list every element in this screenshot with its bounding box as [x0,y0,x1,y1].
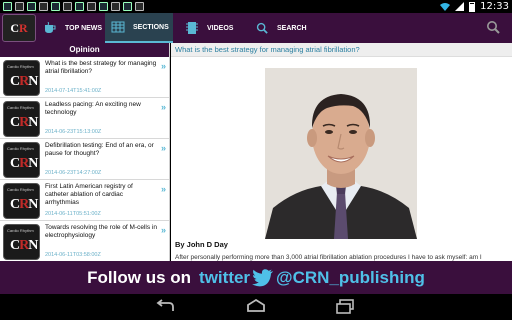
app-logo[interactable]: CR [2,14,36,42]
chevron-right-icon: » [160,184,166,194]
system-nav-bar [0,294,512,320]
list-item[interactable]: Cardio Rhythm CRN Towards resolving the r… [0,221,169,261]
recent-apps-icon[interactable] [335,299,355,315]
article-detail-panel: What is the best strategy for managing a… [171,43,512,261]
list-item-title: Leadless pacing: An exciting new technol… [45,101,141,116]
tab-label: SECTIONS [133,23,169,31]
chevron-right-icon: » [160,102,166,112]
list-item[interactable]: Cardio Rhythm CRN Defibrillation testing:… [0,139,169,180]
list-item[interactable]: Cardio Rhythm CRN What is the best strate… [0,57,169,98]
article-title: What is the best strategy for managing a… [171,43,512,57]
tab-label: SEARCH [277,24,307,32]
tab-top-news[interactable]: TOP NEWS [41,13,105,43]
tab-label: VIDEOS [207,24,234,32]
tab-search[interactable]: SEARCH [251,13,321,43]
banner-handle: @CRN_publishing [276,267,425,287]
notification-icon [111,2,120,11]
banner-lead: Follow us on [87,267,192,287]
article-byline: By John D Day [175,240,228,249]
section-header: Opinion [0,43,169,57]
chevron-right-icon: » [160,143,166,153]
list-item-date: 2014-06-23T15:13:00Z [45,129,102,135]
list-item-date: 2014-06-23T14:27:00Z [45,170,102,176]
back-icon[interactable] [155,299,175,315]
notification-icon [27,2,36,11]
list-item-title: Defibrillation testing: End of an era, o… [45,142,154,157]
author-photo [265,68,417,239]
follow-twitter-banner[interactable]: Follow us on twitter @CRN_publishing [0,261,512,294]
list-item-date: 2014-06-11T03:58:00Z [45,252,101,258]
battery-icon [469,1,476,12]
notification-icon [87,2,96,11]
list-item-title: First Latin American registry of cathete… [45,183,133,206]
crn-thumbnail: Cardio Rhythm CRN [3,60,40,96]
cup-icon [45,22,56,33]
notification-icon [39,2,48,11]
crn-thumbnail: Cardio Rhythm CRN [3,142,40,178]
search-icon [256,22,268,34]
banner-twitter: twitter [199,267,251,287]
list-item[interactable]: Cardio Rhythm CRN First Latin American re… [0,180,169,221]
twitter-bird-icon [252,268,274,286]
signal-icon [455,2,465,11]
tab-sections[interactable]: SECTIONS [105,13,173,43]
action-bar: CR TOP NEWS SECTIONS VIDEOS SEARCH [0,13,512,43]
home-icon[interactable] [246,299,266,315]
notification-icons [3,2,144,11]
wifi-icon [440,2,451,11]
crn-thumbnail: Cardio Rhythm CRN [3,224,40,260]
status-bar: 12:33 [0,0,512,13]
tab-label: TOP NEWS [65,24,103,32]
chevron-right-icon: » [160,225,166,235]
crn-thumbnail: Cardio Rhythm CRN [3,183,40,219]
search-icon[interactable] [486,20,500,34]
notification-icon [63,2,72,11]
notification-icon [51,2,60,11]
list-item[interactable]: Cardio Rhythm CRN Leadless pacing: An exc… [0,98,169,139]
tab-videos[interactable]: VIDEOS [179,13,249,43]
grid-icon [111,21,125,33]
list-item-date: 2014-06-11T05:51:00Z [45,211,101,217]
list-item-date: 2014-07-14T15:41:00Z [45,88,102,94]
notification-icon [3,2,12,11]
crn-thumbnail: Cardio Rhythm CRN [3,101,40,137]
list-item-title: What is the best strategy for managing a… [45,60,157,75]
notification-icon [99,2,108,11]
chevron-right-icon: » [160,61,166,71]
list-item-title: Towards resolving the role of M-cells in… [45,224,157,239]
film-icon [186,22,198,34]
notification-icon [75,2,84,11]
notification-icon [15,2,24,11]
article-body: After personally performing more than 3,… [175,254,482,261]
article-list-panel: Opinion Cardio Rhythm CRN What is the bes… [0,43,170,261]
clock: 12:33 [480,1,509,12]
notification-icon [123,2,132,11]
notification-icon [135,2,144,11]
